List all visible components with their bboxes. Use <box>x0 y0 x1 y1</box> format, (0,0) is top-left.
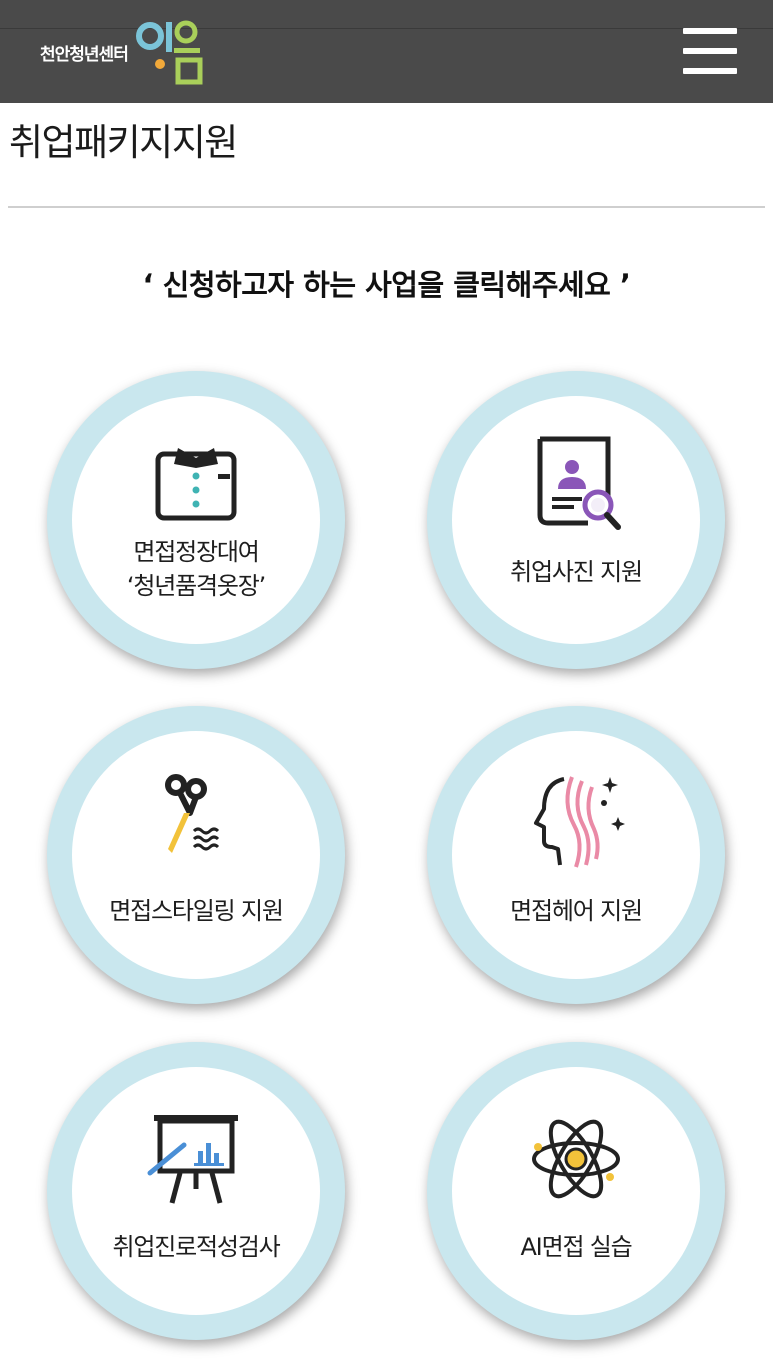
logo-text: 천안청년센터 <box>40 44 129 65</box>
page-title: 취업패키지지원 <box>9 121 238 164</box>
card-label: AI면접 실습 <box>520 1233 632 1261</box>
hair-profile-icon <box>534 776 625 868</box>
card-sublabel: ‘청년품격옷장’ <box>126 572 266 600</box>
program-hair-button[interactable]: 면접헤어 지원 <box>427 706 725 1004</box>
photo-document-search-icon <box>537 436 621 530</box>
instruction-text: ‘ 신청하고자 하는 사업을 클릭해주세요 ’ <box>142 268 631 302</box>
program-aptitude-test-button[interactable]: 취업진로적성검사 <box>47 1042 345 1340</box>
scissors-comb-icon <box>165 774 220 853</box>
card-label: 취업사진 지원 <box>510 558 643 586</box>
logo-mark <box>135 20 203 85</box>
card-label: 면접헤어 지원 <box>510 897 643 925</box>
program-job-photo-button[interactable]: 취업사진 지원 <box>427 371 725 669</box>
card-label: 면접스타일링 지원 <box>109 897 284 925</box>
card-face: 취업사진 지원 <box>452 396 700 644</box>
program-styling-button[interactable]: 면접스타일링 지원 <box>47 706 345 1004</box>
title-divider <box>8 206 765 208</box>
program-suit-rental-button[interactable]: 면접정장대여 ‘청년품격옷장’ <box>47 371 345 669</box>
shirt-icon <box>155 448 237 521</box>
atom-icon <box>532 1119 620 1199</box>
site-logo[interactable]: 천안청년센터 <box>40 14 208 90</box>
program-ai-interview-button[interactable]: AI면접 실습 <box>427 1042 725 1340</box>
presentation-board-icon <box>147 1115 238 1204</box>
card-face: AI면접 실습 <box>452 1067 700 1315</box>
card-label: 면접정장대여 <box>133 538 259 566</box>
hamburger-menu-icon[interactable] <box>683 28 737 74</box>
card-label: 취업진로적성검사 <box>112 1233 280 1261</box>
card-face: 면접정장대여 ‘청년품격옷장’ <box>72 396 320 644</box>
card-face: 면접스타일링 지원 <box>72 731 320 979</box>
site-header: 천안청년센터 <box>0 0 773 103</box>
card-face: 취업진로적성검사 <box>72 1067 320 1315</box>
card-face: 면접헤어 지원 <box>452 731 700 979</box>
